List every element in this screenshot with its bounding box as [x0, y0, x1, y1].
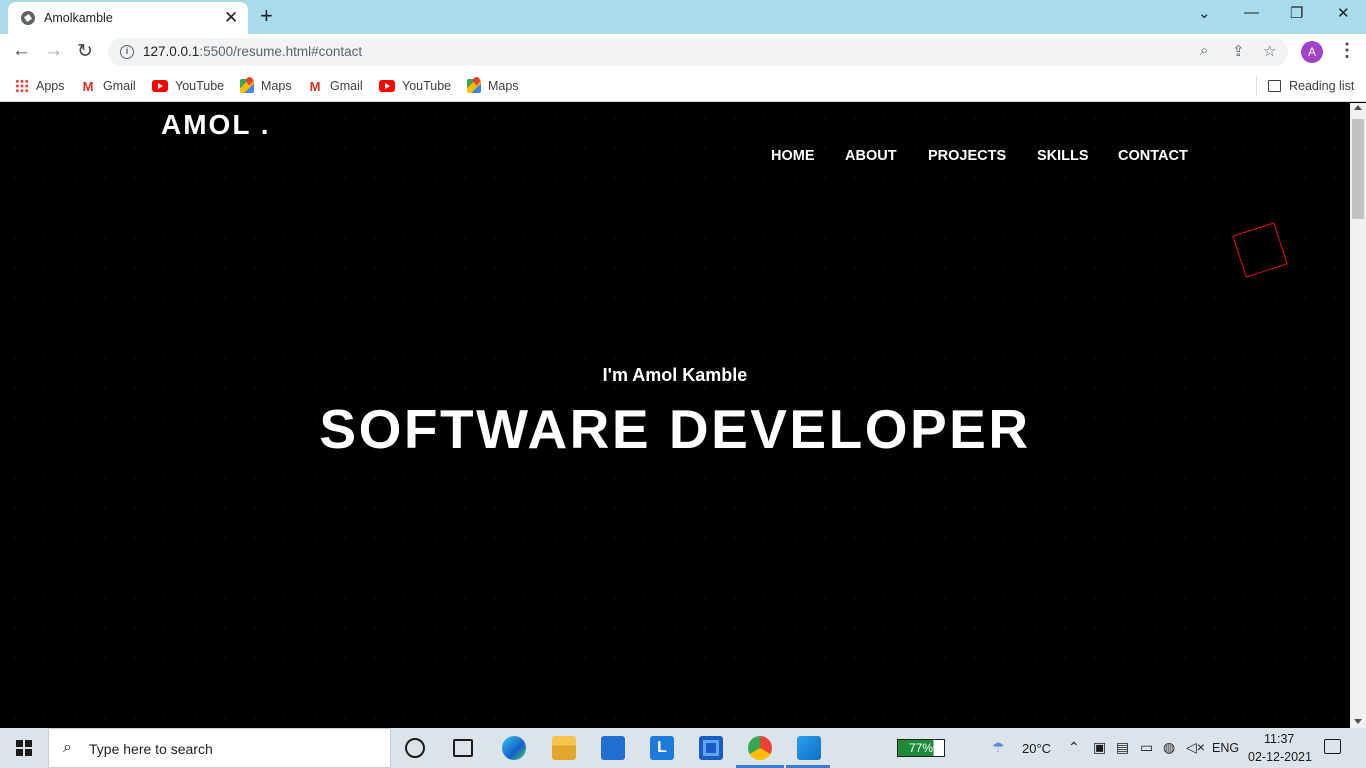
nav-about[interactable]: ABOUT — [845, 148, 897, 164]
clock-date[interactable]: 02-12-2021 — [1248, 750, 1312, 764]
search-icon: ⌕ — [63, 739, 72, 756]
intro-text: I'm Amol Kamble — [602, 365, 748, 385]
weather-temperature[interactable]: 20°C — [1022, 741, 1051, 756]
vscode-icon[interactable] — [797, 736, 821, 760]
share-icon[interactable]: ⇪ — [1232, 42, 1245, 60]
mail-icon[interactable] — [601, 736, 625, 760]
restore-button[interactable]: ❐ — [1290, 4, 1303, 22]
address-bar[interactable]: i 127.0.0.1:5500/resume.html#contact ⌕ ⇪… — [108, 38, 1288, 66]
maps-icon — [467, 79, 481, 93]
display-icon[interactable]: ▤ — [1116, 739, 1129, 756]
tab-strip: Amolkamble ✕ + ⌄ — ❐ ✕ — [0, 0, 1366, 34]
network-globe-icon[interactable]: ◍ — [1163, 739, 1175, 756]
scroll-thumb[interactable] — [1352, 119, 1364, 219]
clock-time[interactable]: 11:37 — [1264, 732, 1294, 746]
scroll-up-arrow-icon[interactable] — [1354, 105, 1362, 110]
maps-icon — [240, 79, 254, 93]
edge-icon[interactable] — [502, 736, 526, 760]
reading-list-icon — [1268, 80, 1281, 92]
back-button[interactable]: ← — [12, 40, 31, 62]
bookmark-gmail[interactable]: M Gmail — [307, 77, 363, 95]
decorative-square — [1232, 222, 1288, 278]
reload-button[interactable]: ↻ — [77, 40, 93, 63]
notification-center-icon[interactable] — [1324, 739, 1341, 754]
scroll-down-arrow-icon[interactable] — [1354, 719, 1362, 724]
nav-skills[interactable]: SKILLS — [1037, 148, 1089, 164]
task-view-icon[interactable] — [453, 739, 473, 757]
show-hidden-icons-chevron-icon[interactable]: ⌃ — [1068, 739, 1080, 756]
menu-icon[interactable]: ⋮ — [1338, 40, 1356, 61]
nav-home[interactable]: HOME — [771, 148, 815, 164]
bookmark-youtube[interactable]: YouTube — [152, 77, 224, 95]
cortana-icon[interactable] — [405, 738, 425, 758]
youtube-icon — [379, 80, 395, 92]
profile-avatar[interactable]: A — [1301, 41, 1323, 63]
browser-toolbar: ← → ↻ i 127.0.0.1:5500/resume.html#conta… — [0, 34, 1366, 70]
zoom-icon[interactable]: ⌕ — [1200, 42, 1208, 59]
bookmark-maps[interactable]: Maps — [467, 77, 519, 95]
portfolio-page: AMOL . HOME ABOUT PROJECTS SKILLS CONTAC… — [0, 103, 1350, 728]
volume-muted-icon[interactable]: ◁× — [1186, 739, 1205, 756]
nav-projects[interactable]: PROJECTS — [928, 148, 1006, 164]
tab-title: Amolkamble — [44, 11, 113, 25]
forward-button[interactable]: → — [44, 40, 63, 62]
windows-start-icon[interactable] — [16, 740, 32, 756]
hero-headline: SOFTWARE DEVELOPER — [319, 398, 1031, 460]
page-scrollbar[interactable] — [1350, 103, 1366, 728]
file-explorer-icon[interactable] — [552, 736, 576, 760]
windows-taskbar: ⌕ Type here to search L 77% ☂ 20°C ⌃ ▣ ▤… — [0, 728, 1366, 768]
cortana-app-icon[interactable] — [699, 736, 723, 760]
taskbar-search-box[interactable]: ⌕ Type here to search — [48, 728, 391, 768]
apps-grid-icon — [15, 79, 29, 93]
minimize-button[interactable]: — — [1244, 4, 1259, 21]
bookmark-gmail[interactable]: M Gmail — [80, 77, 136, 95]
gmail-icon: M — [309, 78, 321, 94]
meet-now-icon[interactable]: ▣ — [1093, 739, 1106, 756]
new-tab-button[interactable]: + — [260, 3, 273, 29]
close-window-button[interactable]: ✕ — [1337, 4, 1350, 22]
url-text[interactable]: 127.0.0.1:5500/resume.html#contact — [143, 44, 362, 59]
bookmark-youtube[interactable]: YouTube — [379, 77, 451, 95]
globe-icon — [21, 11, 35, 25]
reading-list-button[interactable]: Reading list — [1256, 76, 1354, 96]
battery-tray-icon[interactable]: ▭ — [1140, 739, 1153, 756]
lenovo-vantage-icon[interactable]: L — [650, 736, 674, 760]
battery-indicator[interactable]: 77% — [897, 739, 945, 757]
site-logo[interactable]: AMOL . — [161, 109, 270, 141]
chrome-icon[interactable] — [748, 736, 772, 760]
tab-search-chevron-icon[interactable]: ⌄ — [1198, 4, 1211, 22]
bookmark-apps[interactable]: Apps — [15, 77, 65, 95]
close-tab-icon[interactable]: ✕ — [224, 8, 238, 28]
weather-icon[interactable]: ☂ — [992, 739, 1005, 756]
nav-contact[interactable]: CONTACT — [1118, 148, 1188, 164]
site-info-icon[interactable]: i — [120, 45, 134, 59]
browser-tab[interactable]: Amolkamble ✕ — [8, 2, 248, 34]
bookmark-maps[interactable]: Maps — [240, 77, 292, 95]
youtube-icon — [152, 80, 168, 92]
search-placeholder: Type here to search — [89, 741, 213, 757]
input-language[interactable]: ENG — [1212, 741, 1239, 755]
gmail-icon: M — [82, 78, 94, 94]
bookmark-star-icon[interactable]: ☆ — [1263, 42, 1276, 60]
bookmarks-bar: Apps M Gmail YouTube Maps M Gmail YouTub… — [0, 70, 1366, 102]
